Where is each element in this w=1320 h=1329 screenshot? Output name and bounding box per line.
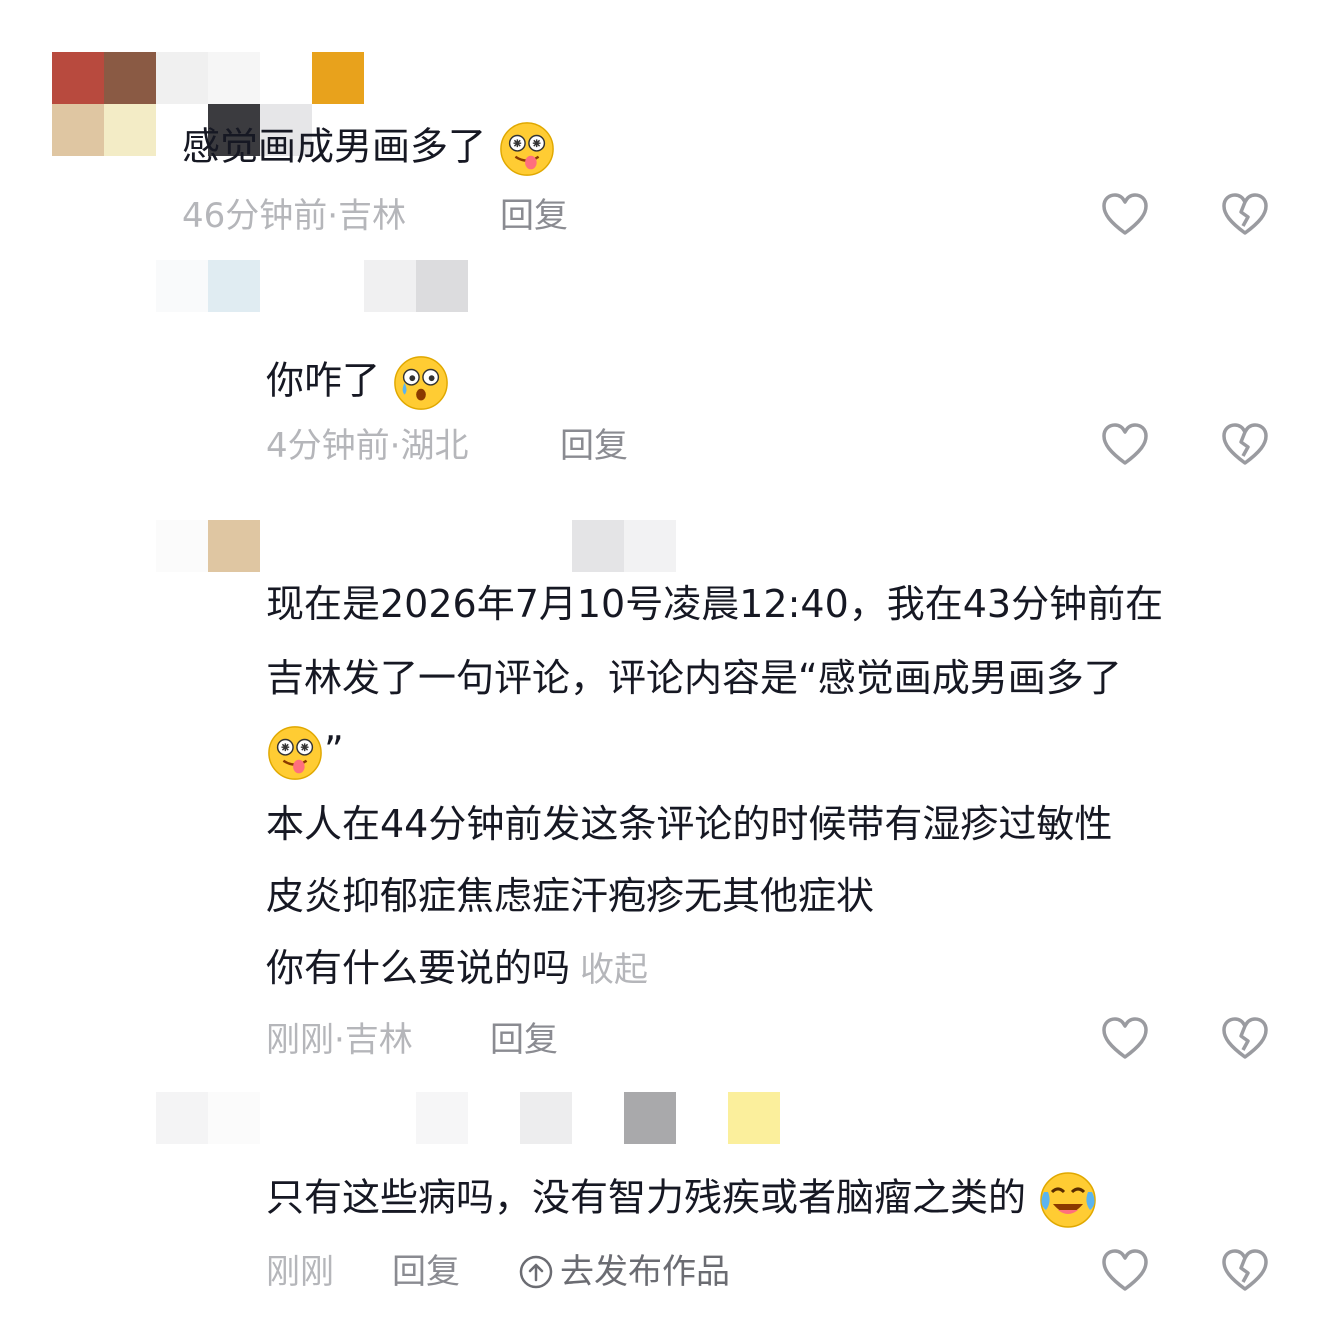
comment-line: 现在是2026年7月10号凌晨12:40，我在43分钟前在 bbox=[266, 582, 1164, 626]
comment-line: 你有什么要说的吗 bbox=[266, 946, 571, 990]
comment-location: 湖北 bbox=[400, 426, 469, 466]
drooling-face-emoji bbox=[500, 122, 554, 176]
comment-meta: 刚刚·吉林 bbox=[266, 1020, 413, 1060]
comment-time: 4分钟前 bbox=[266, 426, 390, 466]
avatar-mosaic[interactable] bbox=[156, 1092, 832, 1144]
heart-outline-icon[interactable] bbox=[1100, 1014, 1150, 1064]
crying-laughing-face-emoji bbox=[1040, 1172, 1096, 1228]
heart-outline-icon[interactable] bbox=[1100, 420, 1150, 470]
broken-heart-icon[interactable] bbox=[1220, 1014, 1270, 1064]
comment-time: 刚刚 bbox=[266, 1020, 334, 1060]
collapse-button[interactable]: 收起 bbox=[580, 950, 648, 990]
comment-text: 只有这些病吗，没有智力残疾或者脑瘤之类的 bbox=[266, 1170, 1098, 1230]
publish-label: 去发布作品 bbox=[560, 1252, 730, 1292]
comment-meta: 4分钟前·湖北 bbox=[266, 426, 469, 466]
comment-line: 吉林发了一句评论，评论内容是“感觉画成男画多了 bbox=[266, 656, 1122, 700]
avatar-mosaic[interactable] bbox=[156, 260, 468, 312]
reply-button[interactable]: 回复 bbox=[560, 426, 628, 466]
comment-meta: 46分钟前·吉林 bbox=[182, 196, 407, 236]
heart-outline-icon[interactable] bbox=[1100, 190, 1150, 240]
comment-text: 你咋了 bbox=[266, 354, 450, 412]
avatar-mosaic[interactable] bbox=[156, 520, 676, 572]
comment-text: 感觉画成男画多了 bbox=[182, 120, 556, 178]
up-arrow-circle-icon bbox=[519, 1255, 553, 1289]
comment-time: 46分钟前 bbox=[182, 196, 328, 236]
closing-quote: ” bbox=[324, 728, 344, 773]
publish-work-button[interactable]: 去发布作品 bbox=[518, 1252, 730, 1292]
comment-location: 吉林 bbox=[338, 196, 407, 236]
surprised-sweat-face-emoji bbox=[394, 356, 448, 410]
comment-line-emoji: ” bbox=[266, 724, 344, 782]
drooling-face-emoji bbox=[268, 726, 322, 780]
comment-line: 皮炎抑郁症焦虑症汗疱疹无其他症状 bbox=[266, 874, 875, 918]
reply-button[interactable]: 回复 bbox=[490, 1020, 558, 1060]
heart-outline-icon[interactable] bbox=[1100, 1246, 1150, 1296]
comment-line-last: 你有什么要说的吗 收起 bbox=[266, 948, 648, 990]
reply-button[interactable]: 回复 bbox=[392, 1252, 460, 1292]
comment-time: 刚刚 bbox=[266, 1252, 334, 1292]
comment-location: 吉林 bbox=[344, 1020, 413, 1060]
broken-heart-icon[interactable] bbox=[1220, 1246, 1270, 1296]
broken-heart-icon[interactable] bbox=[1220, 420, 1270, 470]
reply-button[interactable]: 回复 bbox=[500, 196, 568, 236]
comment-body: 只有这些病吗，没有智力残疾或者脑瘤之类的 bbox=[266, 1175, 1027, 1220]
broken-heart-icon[interactable] bbox=[1220, 190, 1270, 240]
comment-body: 感觉画成男画多了 bbox=[182, 124, 487, 169]
comment-line: 本人在44分钟前发这条评论的时候带有湿疹过敏性 bbox=[266, 802, 1113, 846]
comment-body: 你咋了 bbox=[266, 358, 381, 403]
